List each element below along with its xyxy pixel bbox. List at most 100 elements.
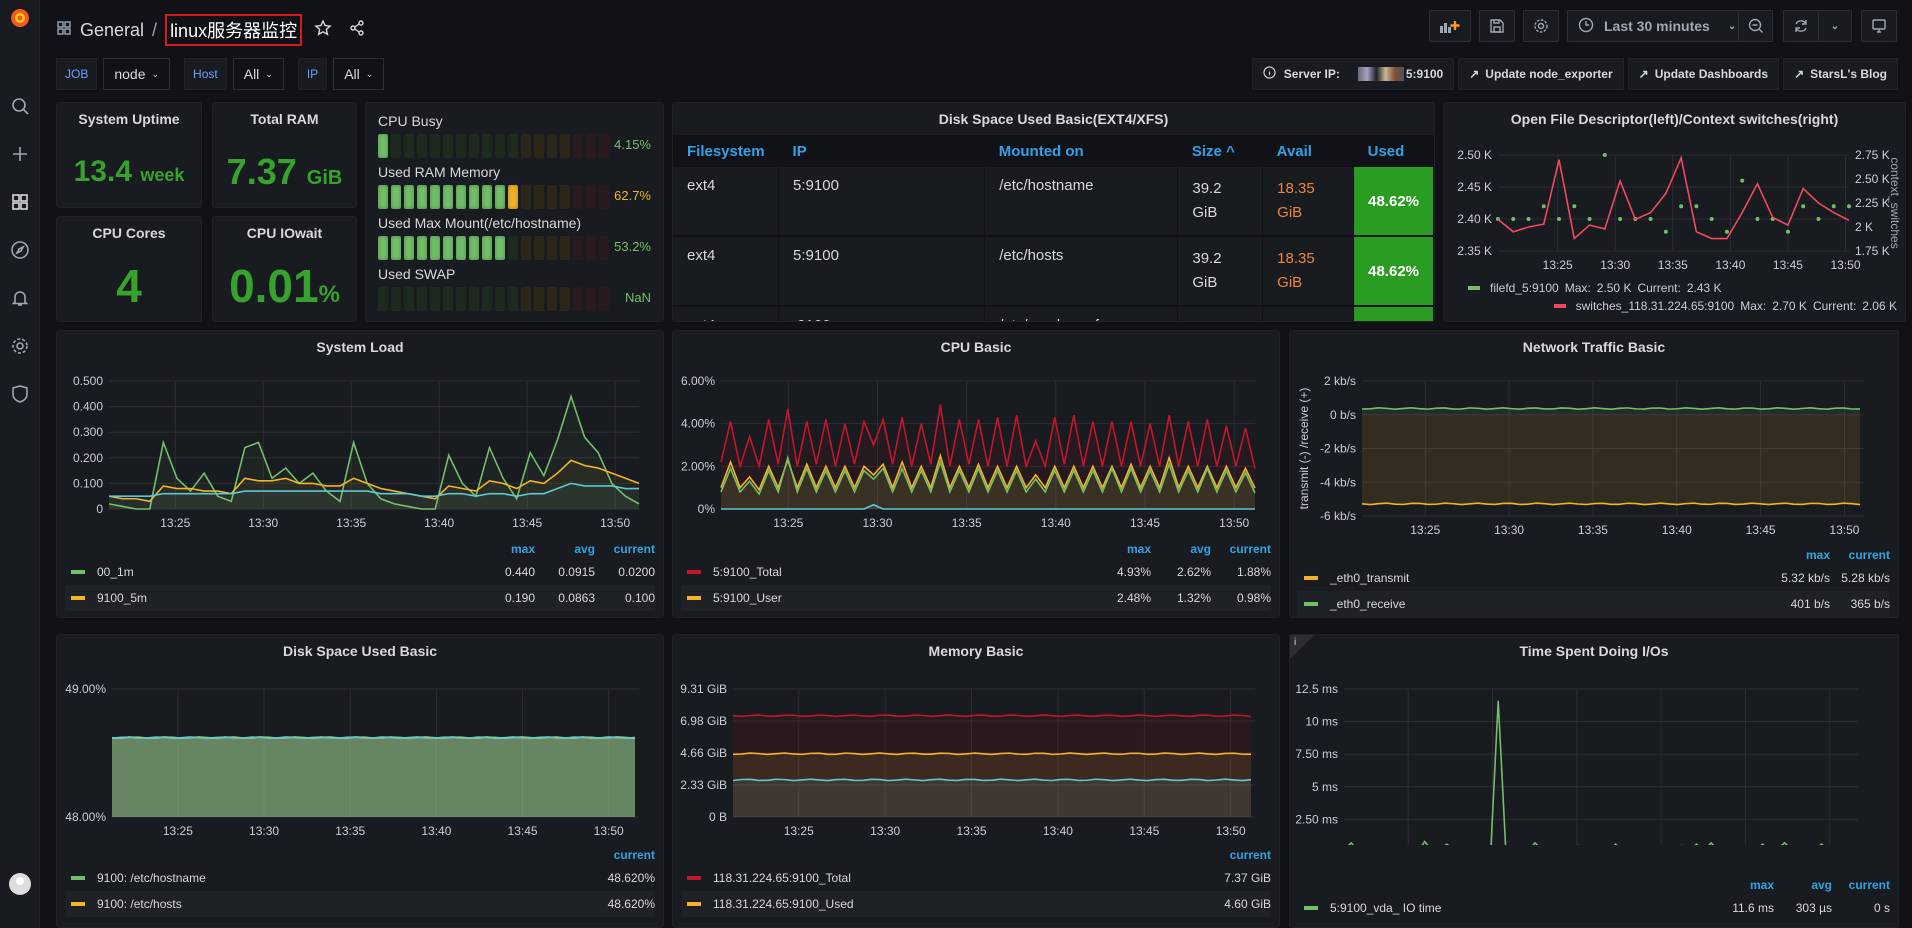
bar-gauge-cell: [508, 185, 518, 209]
panel-system-uptime[interactable]: System Uptime 13.4 week: [56, 102, 202, 208]
dashboard-title[interactable]: linux服务器监控: [165, 14, 303, 46]
link-blog[interactable]: ↗ StarsL's Blog: [1783, 58, 1898, 90]
legend-column-header[interactable]: max: [1091, 542, 1151, 556]
add-panel-button[interactable]: [1429, 10, 1471, 42]
panel-memory-basic[interactable]: Memory Basic 9.31 GiB 6.98 GiB 4.66 GiB 2.33…: [672, 634, 1280, 928]
panel-disk-table[interactable]: Disk Space Used Basic(EXT4/XFS) Filesyst…: [672, 102, 1435, 322]
legend-column-header[interactable]: current: [1832, 878, 1890, 892]
bell-icon[interactable]: [6, 284, 34, 312]
panel-disk-space-used[interactable]: Disk Space Used Basic 49.00% 48.00% 13:25 13…: [56, 634, 664, 928]
search-icon[interactable]: [6, 92, 34, 120]
legend-item[interactable]: 118.31.224.65:9100_Used 4.60 GiB: [681, 891, 1271, 917]
legend-item[interactable]: 9100_5m 0.190 0.0863 0.100: [65, 585, 655, 611]
panel-cpu-basic[interactable]: CPU Basic 6.00% 4.00% 2.00% 0% 13:25 13:30 13:3…: [672, 330, 1280, 618]
bar-gauge-cell: [456, 236, 466, 260]
column-header[interactable]: Used: [1353, 135, 1434, 167]
legend-item[interactable]: filefd_5:9100 Max: 2.50 K Current: 2.43 K: [1452, 279, 1897, 297]
legend-column-header[interactable]: avg: [535, 542, 595, 556]
column-header[interactable]: Mounted on: [984, 135, 1178, 167]
legend-item[interactable]: switches_118.31.224.65:9100 Max: 2.70 K Cur…: [1452, 297, 1897, 315]
share-icon[interactable]: [348, 19, 366, 42]
x-tick-label: 13:25: [784, 824, 814, 838]
avatar[interactable]: [6, 870, 34, 898]
x-tick-label: 13:25: [1410, 523, 1440, 537]
legend-item[interactable]: 9100: /etc/hosts 48.620%: [65, 891, 655, 917]
data-point: [1694, 204, 1699, 209]
legend-max-label: Max:: [1740, 299, 1767, 313]
legend-current-label: Current:: [1637, 281, 1681, 295]
legend-item[interactable]: 118.31.224.65:9100_Total 7.37 GiB: [681, 865, 1271, 891]
dashboards-icon[interactable]: [6, 188, 34, 216]
panel-io-time[interactable]: i Time Spent Doing I/Os 12.5 ms 10 ms 7.50 …: [1289, 634, 1899, 928]
save-dashboard-button[interactable]: [1479, 10, 1515, 42]
table-cell: 18.35: [1262, 306, 1355, 321]
column-header[interactable]: Size ^: [1177, 135, 1263, 167]
legend-item[interactable]: 00_1m 0.440 0.0915 0.0200: [65, 559, 655, 585]
legend-column-header[interactable]: current: [1191, 848, 1271, 862]
legend-max: 401 b/s: [1790, 597, 1830, 611]
legend-avg: 2.62%: [1176, 565, 1211, 579]
variable-select-ip[interactable]: All ⌄: [333, 58, 385, 90]
legend-column-header[interactable]: avg: [1151, 542, 1211, 556]
bar-gauge-cell: [586, 185, 596, 209]
legend-column-header[interactable]: max: [475, 542, 535, 556]
redacted-ip: [1357, 67, 1404, 81]
panel-cpu-iowait[interactable]: CPU IOwait 0.01%: [212, 216, 357, 322]
column-header[interactable]: Avail: [1262, 135, 1354, 167]
panel-open-file-descriptor[interactable]: Open File Descriptor(left)/Context switc…: [1443, 102, 1906, 322]
variable-select-host[interactable]: All ⌄: [232, 58, 284, 90]
legend-column-header[interactable]: max: [1716, 878, 1774, 892]
legend-item[interactable]: 9100: /etc/hostname 48.620%: [65, 865, 655, 891]
shield-icon[interactable]: [6, 380, 34, 408]
legend-swatch: [687, 902, 701, 906]
legend-item[interactable]: _eth0_transmit 5.32 kb/s 5.28 kb/s: [1298, 565, 1890, 591]
bar-gauge-cell: [521, 236, 531, 260]
link-update-dashboards[interactable]: ↗ Update Dashboards: [1627, 58, 1780, 90]
legend-item[interactable]: 5:9100_Total 4.93% 2.62% 1.88%: [681, 559, 1271, 585]
plus-icon[interactable]: [6, 140, 34, 168]
settings-button[interactable]: [1523, 10, 1559, 42]
legend-item[interactable]: 5:9100_vda_ IO time 11.6 ms 303 µs 0 s: [1298, 895, 1890, 921]
time-range-picker[interactable]: Last 30 minutes ⌄: [1567, 10, 1739, 42]
legend-column-header[interactable]: current: [595, 542, 655, 556]
star-icon[interactable]: [314, 18, 332, 42]
tv-mode-button[interactable]: [1861, 10, 1897, 42]
breadcrumb-folder[interactable]: General: [80, 20, 144, 41]
compass-icon[interactable]: [6, 236, 34, 264]
legend-column-header[interactable]: current: [1830, 548, 1890, 562]
link-update-node-exporter[interactable]: ↗ Update node_exporter: [1458, 58, 1624, 90]
legend-column-header[interactable]: current: [1211, 542, 1271, 556]
bar-gauge-cell: [547, 236, 557, 260]
x-tick-label: 13:45: [1773, 258, 1803, 272]
legend-column-header[interactable]: current: [575, 848, 655, 862]
grafana-logo-icon[interactable]: [6, 4, 34, 32]
stat-number: 0.01: [229, 260, 319, 312]
legend: filefd_5:9100 Max: 2.50 K Current: 2.43 K swi…: [1452, 279, 1897, 315]
legend-column-header[interactable]: max: [1770, 548, 1830, 562]
legend-item[interactable]: 5:9100_User 2.48% 1.32% 0.98%: [681, 585, 1271, 611]
panel-cpu-cores[interactable]: CPU Cores 4: [56, 216, 202, 322]
refresh-interval-dropdown[interactable]: ⌄: [1818, 10, 1852, 42]
panel-bar-gauges[interactable]: CPU Busy 4.15% Used RAM Memory 62.7% Used Ma…: [365, 102, 664, 322]
bar-gauge-cell: [430, 287, 440, 311]
legend-item[interactable]: _eth0_receive 401 b/s 365 b/s: [1298, 591, 1890, 617]
bar-gauge: Used SWAP NaN: [378, 266, 651, 314]
panel-total-ram[interactable]: Total RAM 7.37 GiB: [212, 102, 357, 208]
legend-swatch: [687, 596, 701, 600]
x-tick-label: 13:50: [1219, 516, 1249, 530]
data-point: [1572, 204, 1577, 209]
column-header[interactable]: Filesystem: [673, 135, 779, 167]
bar-gauge-cell: [547, 185, 557, 209]
bar-gauge-cell: [469, 185, 479, 209]
panel-system-load[interactable]: System Load 0.500 0.400 0.300 0.200 0.100 0 13:…: [56, 330, 664, 618]
panel-network-traffic[interactable]: Network Traffic Basic 2 kb/s 0 b/s -2 kb/s -…: [1289, 330, 1899, 618]
zoom-out-button[interactable]: [1738, 10, 1773, 42]
gear-icon[interactable]: [6, 332, 34, 360]
variable-select-job[interactable]: node ⌄: [103, 58, 171, 90]
bar-gauge-cells: [378, 134, 651, 158]
refresh-button[interactable]: [1783, 10, 1819, 42]
bar-gauge-cell: [417, 287, 427, 311]
legend-column-header[interactable]: avg: [1774, 878, 1832, 892]
column-header[interactable]: IP: [778, 135, 985, 167]
y-tick-label: 4.00%: [681, 417, 715, 431]
